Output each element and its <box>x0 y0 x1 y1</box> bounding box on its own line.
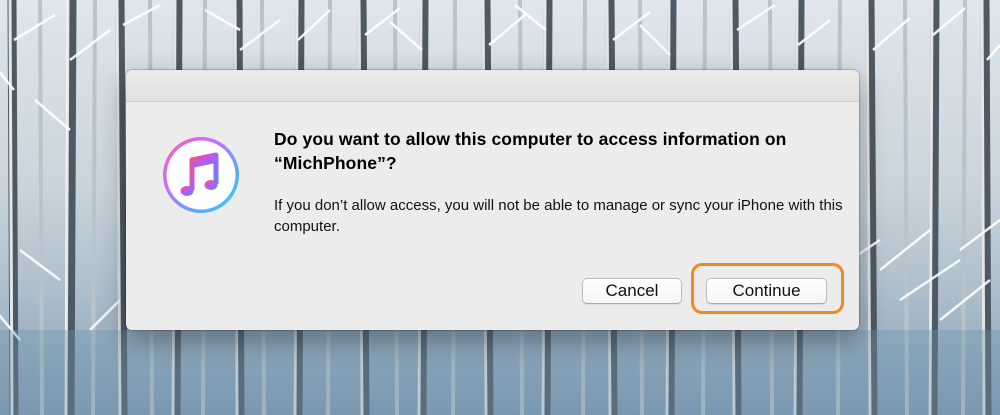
continue-button-highlight <box>691 263 844 314</box>
cancel-button[interactable]: Cancel <box>582 278 682 304</box>
itunes-music-note-icon <box>163 137 239 213</box>
dialog-title: Do you want to allow this computer to ac… <box>274 129 787 173</box>
dialog-message: If you don’t allow access, you will not … <box>274 197 843 235</box>
dialog-titlebar <box>126 70 859 102</box>
